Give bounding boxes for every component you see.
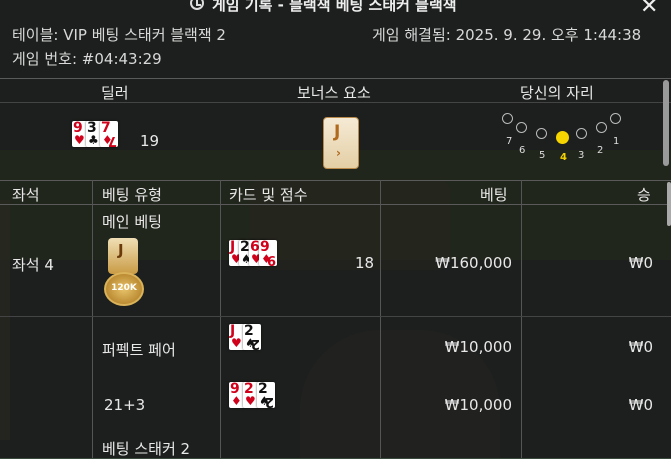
chevron-icon: › [336,146,341,160]
seat-dot [556,131,569,144]
header-seat: 좌석 [12,186,40,204]
seat-number: 5 [539,150,546,161]
seat-dot [596,122,607,133]
main-bet-amount: ₩160,000 [435,254,512,272]
header-win: 승 [637,186,651,204]
header-cards-score: 카드 및 점수 [229,186,308,204]
game-history-panel: 게임 기록 - 블랙잭 베팅 스태커 블랙잭 ✕ 테이블: VIP 베팅 스태커… [0,0,671,458]
divider [0,78,671,79]
playing-card: 2 ♠ 2 [257,382,275,409]
bet-type-main: 메인 베팅 [102,213,162,231]
seat-number: 6 [519,145,526,156]
seat-number: 7 [506,136,513,147]
divider [0,316,671,317]
playing-card: 7 ♦ 7 [100,121,118,148]
bet-type-stacker: 베팅 스태커 2 [102,440,191,458]
seat-number: 1 [613,136,620,147]
seat-number: 3 [578,150,585,161]
chip-amount: 120K [111,283,137,293]
bonus-card: J › [323,117,359,169]
card-rank-inverted: 9 [266,252,276,267]
twentyone-three-amount: ₩10,000 [444,396,512,414]
card-rank-inverted: 2 [250,336,260,351]
seat-dot [516,122,527,133]
window-title: 게임 기록 - 블랙잭 베팅 스태커 블랙잭 [212,0,457,14]
divider [0,204,671,205]
main-bet-chip: J 120K [104,238,146,310]
dealer-score: 19 [140,132,160,150]
bet-type-21-3: 21+3 [104,396,146,414]
card-suit-icon: ♥ [231,336,242,350]
bet-type-perfect-pair: 퍼펙트 페어 [102,341,176,359]
history-icon [190,0,204,10]
column-divider [92,180,93,458]
playing-card: 2 ♠ 2 [243,324,261,351]
column-divider [380,180,381,458]
title-bar: 게임 기록 - 블랙잭 베팅 스태커 블랙잭 [0,0,671,16]
perfect-pair-amount: ₩10,000 [444,338,512,356]
card-suit-icon: ♥ [245,394,256,408]
card-rank-inverted: 7 [107,133,117,148]
column-divider [521,180,522,458]
card-suit-icon: ♦ [231,394,242,408]
card-rank-inverted: 2 [264,394,274,409]
playing-card: 9 ♦ 9 [259,240,277,267]
seat-number: 2 [597,145,604,156]
seat-dot [502,113,513,124]
twentyone-three-win: ₩0 [628,396,653,414]
game-number: 게임 번호: #04:43:29 [12,50,162,68]
summary-scrollbar[interactable] [663,80,669,166]
chip-card-rank: J [118,241,124,259]
table-name: 테이블: VIP 베팅 스태커 블랙잭 2 [12,26,226,44]
bonus-label: 보너스 요소 [297,84,371,102]
perfect-pair-win: ₩0 [628,338,653,356]
seat-cell: 좌석 4 [12,256,54,274]
main-bet-win: ₩0 [628,254,653,272]
card-suit-icon: ♣ [88,133,99,147]
bonus-card-rank: J [334,122,341,142]
resolved-time: 게임 해결됨: 2025. 9. 29. 오후 1:44:38 [372,26,642,44]
header-bet-type: 베팅 유형 [102,186,162,204]
seat-label: 당신의 자리 [520,84,594,102]
seat-dot [576,128,587,139]
close-icon[interactable]: ✕ [640,0,658,19]
divider [0,180,671,181]
seat-number: 4 [560,152,567,163]
divider [0,102,671,103]
seat-dot [610,113,621,124]
dealer-label: 딜러 [101,84,129,102]
header-bet: 베팅 [480,186,508,204]
seat-dot [536,128,547,139]
column-divider [220,180,221,458]
table-scrollbar[interactable] [667,182,671,226]
card-suit-icon: ♥ [74,133,85,147]
main-bet-score: 18 [355,254,375,272]
